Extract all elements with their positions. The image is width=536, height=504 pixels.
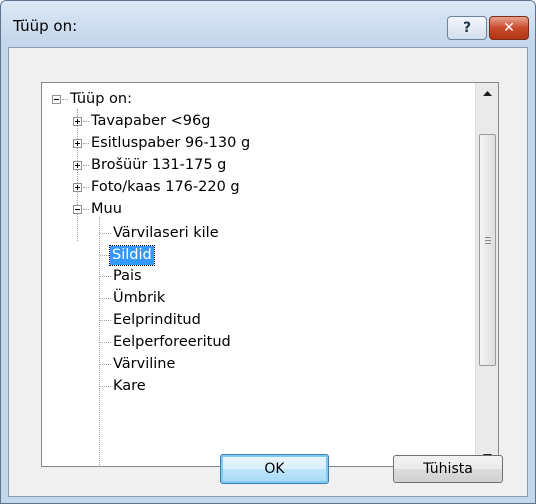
tree-item-pais[interactable]: Pais — [111, 267, 144, 286]
help-button[interactable]: ? — [447, 16, 487, 40]
expand-icon[interactable] — [73, 139, 82, 148]
collapse-icon[interactable] — [73, 205, 82, 214]
tree-item-umbrik[interactable]: Ümbrik — [111, 289, 167, 308]
tree-item-foto-kaas[interactable]: Foto/kaas 176-220 g — [89, 178, 242, 197]
expand-icon[interactable] — [73, 161, 82, 170]
dialog-window: Tüüp on: ? ✕ Tüüp on: Tavapaber <96g Esi… — [0, 0, 536, 504]
title-bar[interactable]: Tüüp on: ? ✕ — [1, 1, 535, 47]
tree-scrollbar[interactable] — [475, 83, 498, 466]
scroll-up-arrow-icon[interactable] — [476, 83, 498, 103]
tree-item-esitluspaber[interactable]: Esitluspaber 96-130 g — [89, 134, 252, 153]
window-title: Tüüp on: — [13, 17, 78, 35]
tree-item-eelperforeeritud[interactable]: Eelperforeeritud — [111, 333, 233, 352]
scrollbar-thumb[interactable] — [479, 134, 496, 366]
tree-item-brosuur[interactable]: Brošüür 131-175 g — [89, 156, 228, 175]
close-button[interactable]: ✕ — [489, 16, 529, 40]
ok-button[interactable]: OK — [220, 454, 329, 484]
expand-icon[interactable] — [73, 117, 82, 126]
tree-item-kare[interactable]: Kare — [111, 377, 148, 396]
tree-root-label[interactable]: Tüüp on: — [68, 90, 134, 109]
tree-item-varvilaseri-kile[interactable]: Värvilaseri kile — [111, 224, 221, 243]
help-icon: ? — [462, 20, 472, 36]
close-icon: ✕ — [503, 20, 515, 36]
tree-content: Tüüp on: Tavapaber <96g Esitluspaber 96-… — [42, 83, 475, 466]
cancel-button[interactable]: Tühista — [393, 455, 503, 483]
tree-item-tavapaber[interactable]: Tavapaber <96g — [89, 112, 212, 131]
tree-item-eelprinditud[interactable]: Eelprinditud — [111, 311, 203, 330]
dialog-client-area: Tüüp on: Tavapaber <96g Esitluspaber 96-… — [8, 47, 528, 497]
tree-item-muu[interactable]: Muu — [89, 200, 124, 219]
tree-item-varviline[interactable]: Värviline — [111, 355, 177, 374]
paper-type-tree[interactable]: Tüüp on: Tavapaber <96g Esitluspaber 96-… — [41, 82, 499, 467]
tree-item-sildid[interactable]: Sildid — [109, 245, 155, 266]
collapse-icon[interactable] — [52, 95, 61, 104]
expand-icon[interactable] — [73, 183, 82, 192]
